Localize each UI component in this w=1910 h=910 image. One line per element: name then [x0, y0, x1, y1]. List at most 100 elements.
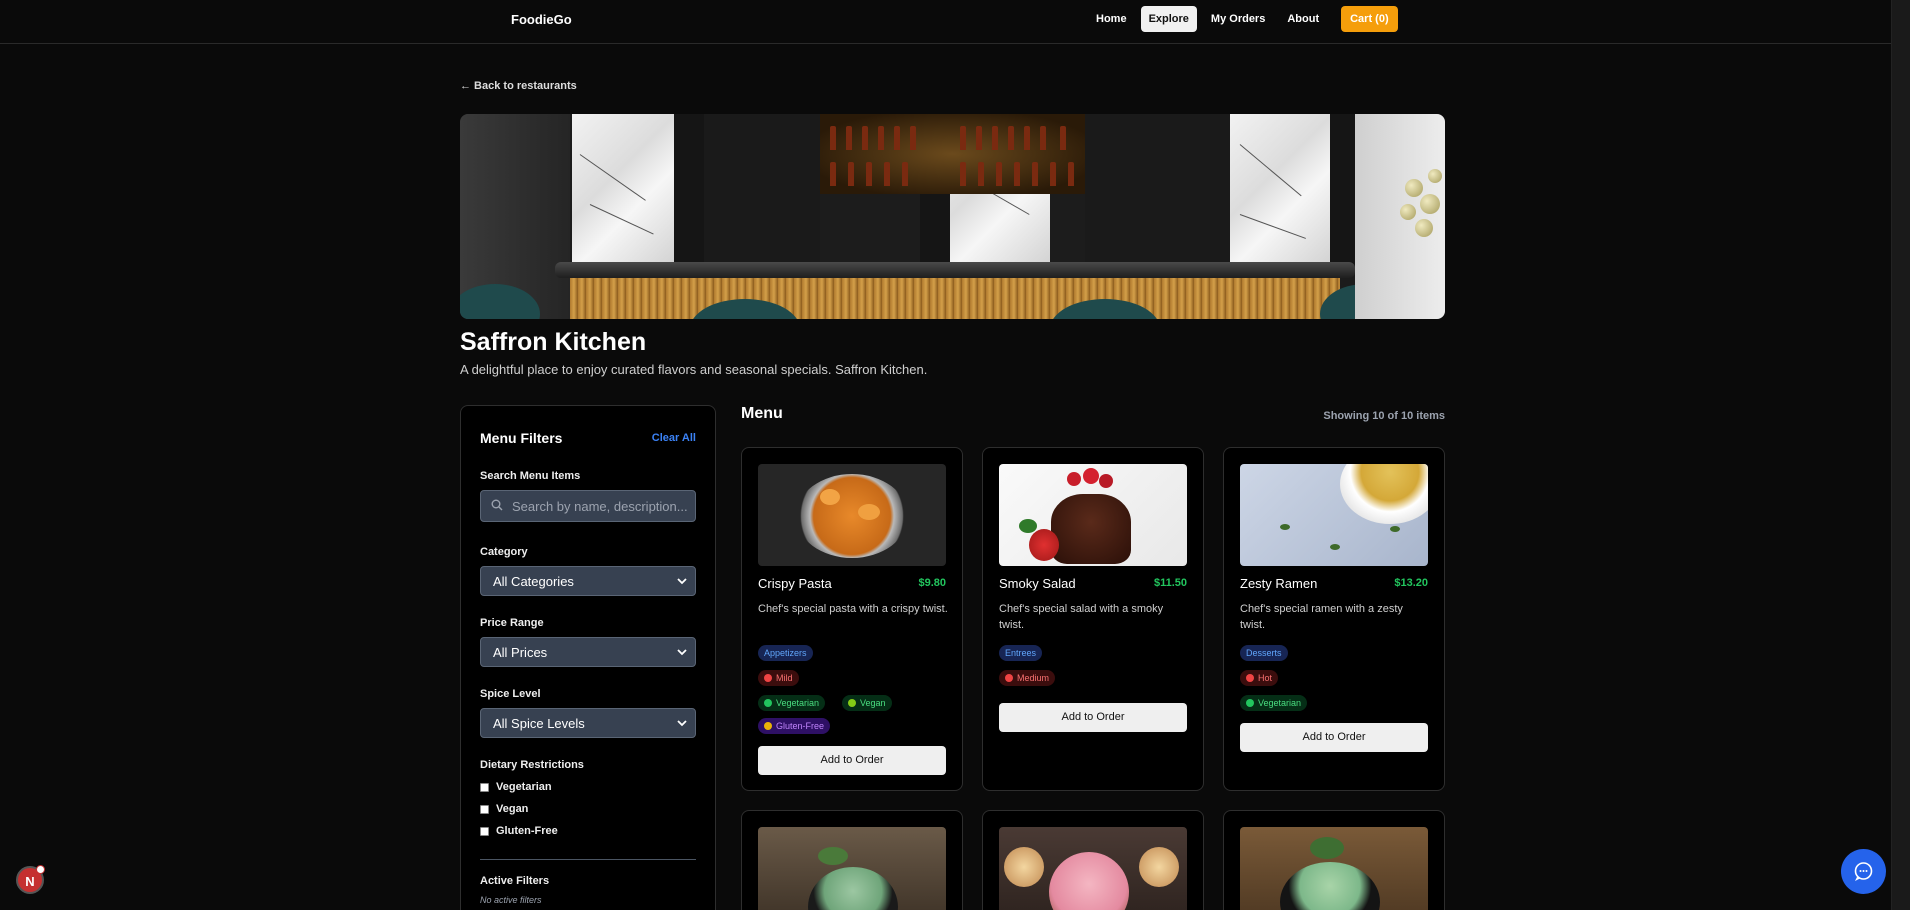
spice-select-value: All Spice Levels — [493, 716, 585, 731]
menu-item-image — [1240, 827, 1428, 910]
showing-count: Showing 10 of 10 items — [1323, 410, 1445, 422]
menu-item-card — [982, 810, 1204, 910]
chevron-down-icon — [677, 720, 687, 727]
menu-item-name: Zesty Ramen — [1240, 576, 1318, 591]
spice-tag-label: Hot — [1258, 673, 1273, 683]
price-select[interactable]: All Prices — [480, 637, 696, 667]
checkbox[interactable] — [480, 804, 489, 814]
menu-item-card — [741, 810, 963, 910]
chat-button[interactable] — [1841, 849, 1886, 894]
category-select-value: All Categories — [493, 574, 574, 589]
diet-tag-label: Vegetarian — [776, 698, 820, 708]
dietary-gluten-free-checkbox[interactable]: Gluten-Free — [480, 825, 558, 837]
chevron-down-icon — [677, 578, 687, 585]
vegetarian-tag: Vegetarian — [1240, 695, 1308, 711]
checkbox[interactable] — [480, 782, 489, 792]
menu-item-card: Crispy Pasta $9.80 Chef's special pasta … — [741, 447, 963, 791]
wheat-icon — [764, 722, 772, 730]
spice-tag-label: Medium — [1017, 673, 1050, 683]
restaurant-hero-image — [460, 114, 1445, 319]
filters-title: Menu Filters — [480, 430, 563, 446]
clear-all-button[interactable]: Clear All — [652, 432, 696, 444]
menu-item-image — [758, 464, 946, 566]
dietary-label: Dietary Restrictions — [480, 759, 584, 771]
no-active-filters-text: No active filters — [480, 895, 542, 905]
menu-item-description: Chef's special pasta with a crispy twist… — [758, 603, 948, 615]
chili-icon — [1246, 674, 1254, 682]
vegetarian-tag: Vegetarian — [758, 695, 826, 711]
menu-item-card: Smoky Salad $11.50 Chef's special salad … — [982, 447, 1204, 791]
menu-item-name: Smoky Salad — [999, 576, 1076, 591]
brand-logo[interactable]: FoodieGo — [511, 12, 572, 27]
diet-tag-label: Vegetarian — [1258, 698, 1302, 708]
leaf-icon — [764, 699, 772, 707]
avatar-letter: N — [25, 874, 35, 889]
spice-select[interactable]: All Spice Levels — [480, 708, 696, 738]
checkbox-label: Vegetarian — [496, 781, 552, 793]
checkbox-label: Vegan — [496, 803, 529, 815]
spice-tag: Medium — [999, 670, 1056, 686]
nav-my-orders[interactable]: My Orders — [1203, 6, 1273, 32]
gluten-free-tag: Gluten-Free — [758, 718, 831, 734]
category-select[interactable]: All Categories — [480, 566, 696, 596]
nav-home[interactable]: Home — [1088, 6, 1135, 32]
diet-tag-label: Gluten-Free — [776, 721, 825, 731]
menu-item-image — [999, 827, 1187, 910]
menu-item-price: $9.80 — [918, 577, 946, 589]
menu-item-description: Chef's special ramen with a zesty twist. — [1240, 603, 1403, 631]
diet-tag-label: Vegan — [860, 698, 886, 708]
menu-item-card — [1223, 810, 1445, 910]
chili-icon — [764, 674, 772, 682]
chevron-down-icon — [677, 649, 687, 656]
spice-tag-label: Mild — [776, 673, 793, 683]
category-label: Category — [480, 546, 528, 558]
category-tag: Desserts — [1240, 645, 1288, 661]
dietary-vegan-checkbox[interactable]: Vegan — [480, 803, 528, 815]
menu-item-card: Zesty Ramen $13.20 Chef's special ramen … — [1223, 447, 1445, 791]
search-label: Search Menu Items — [480, 470, 581, 482]
chili-icon — [1005, 674, 1013, 682]
search-input[interactable] — [512, 491, 692, 521]
menu-heading: Menu — [741, 405, 783, 422]
restaurant-name: Saffron Kitchen — [460, 328, 647, 356]
chat-icon — [1854, 862, 1873, 881]
back-to-restaurants-link[interactable]: ← Back to restaurants — [460, 80, 577, 92]
page-scrollbar[interactable] — [1891, 0, 1910, 910]
notification-dot — [36, 865, 45, 874]
menu-item-price: $11.50 — [1153, 577, 1187, 589]
menu-item-name: Crispy Pasta — [758, 576, 832, 591]
main-nav: Home Explore My Orders About Cart (0) — [1088, 6, 1398, 32]
dietary-vegetarian-checkbox[interactable]: Vegetarian — [480, 781, 552, 793]
search-field[interactable] — [480, 490, 696, 522]
nav-about[interactable]: About — [1279, 6, 1327, 32]
vegan-tag: Vegan — [842, 695, 892, 711]
spice-label: Spice Level — [480, 688, 541, 700]
sprout-icon — [848, 699, 856, 707]
notification-avatar[interactable]: N — [16, 865, 45, 894]
menu-item-image — [758, 827, 946, 910]
active-filters-label: Active Filters — [480, 875, 550, 887]
category-tag: Appetizers — [758, 645, 813, 661]
checkbox[interactable] — [480, 826, 489, 836]
price-select-value: All Prices — [493, 645, 548, 660]
menu-filters-panel: Menu Filters Clear All Search Menu Items… — [460, 405, 716, 910]
add-to-order-button[interactable]: Add to Order — [1240, 723, 1428, 752]
add-to-order-button[interactable]: Add to Order — [999, 703, 1187, 732]
menu-item-image — [1240, 464, 1428, 566]
leaf-icon — [1246, 699, 1254, 707]
search-icon — [491, 499, 503, 511]
menu-item-image — [999, 464, 1187, 566]
divider — [480, 859, 696, 860]
checkbox-label: Gluten-Free — [496, 825, 558, 837]
menu-item-price: $13.20 — [1394, 577, 1428, 589]
price-label: Price Range — [480, 617, 544, 629]
menu-item-description: Chef's special salad with a smoky twist. — [999, 603, 1164, 631]
add-to-order-button[interactable]: Add to Order — [758, 746, 946, 775]
spice-tag: Mild — [758, 670, 799, 686]
restaurant-description: A delightful place to enjoy curated flav… — [460, 362, 928, 377]
cart-button[interactable]: Cart (0) — [1341, 6, 1398, 32]
nav-explore[interactable]: Explore — [1140, 6, 1197, 32]
spice-tag: Hot — [1240, 670, 1279, 686]
top-navbar: FoodieGo Home Explore My Orders About Ca… — [0, 0, 1891, 44]
category-tag: Entrees — [999, 645, 1043, 661]
